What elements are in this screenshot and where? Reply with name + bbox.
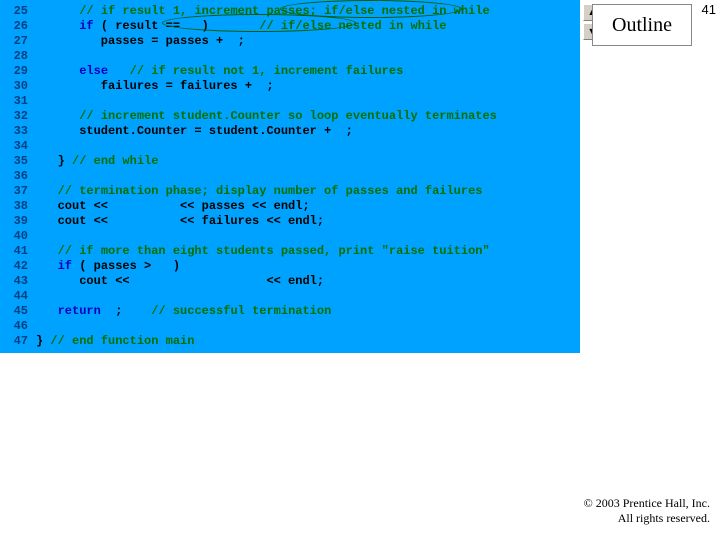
line-number: 28 bbox=[0, 49, 36, 64]
code-line: 28 bbox=[0, 49, 580, 64]
code-content: failures = failures + ; bbox=[36, 79, 580, 94]
line-number: 25 bbox=[0, 4, 36, 19]
line-number: 38 bbox=[0, 199, 36, 214]
outline-label: Outline bbox=[612, 14, 672, 37]
line-number: 37 bbox=[0, 184, 36, 199]
code-line: 25 // if result 1, increment passes; if/… bbox=[0, 4, 580, 19]
code-content bbox=[36, 319, 580, 334]
code-content bbox=[36, 229, 580, 244]
code-content: cout << << failures << endl; bbox=[36, 214, 580, 229]
code-content bbox=[36, 49, 580, 64]
footer-line-1: © 2003 Prentice Hall, Inc. bbox=[584, 496, 710, 511]
code-line: 40 bbox=[0, 229, 580, 244]
line-number: 27 bbox=[0, 34, 36, 49]
code-content: } // end while bbox=[36, 154, 580, 169]
code-line: 35 } // end while bbox=[0, 154, 580, 169]
line-number: 34 bbox=[0, 139, 36, 154]
line-number: 45 bbox=[0, 304, 36, 319]
line-number: 31 bbox=[0, 94, 36, 109]
line-number: 32 bbox=[0, 109, 36, 124]
line-number: 44 bbox=[0, 289, 36, 304]
code-content: return ; // successful termination bbox=[36, 304, 580, 319]
code-line: 44 bbox=[0, 289, 580, 304]
code-content: // if result 1, increment passes; if/els… bbox=[36, 4, 580, 19]
line-number: 26 bbox=[0, 19, 36, 34]
line-number: 39 bbox=[0, 214, 36, 229]
line-number: 33 bbox=[0, 124, 36, 139]
code-line: 46 bbox=[0, 319, 580, 334]
code-content: if ( passes > ) bbox=[36, 259, 580, 274]
line-number: 40 bbox=[0, 229, 36, 244]
outline-panel: Outline bbox=[592, 4, 692, 46]
line-number: 47 bbox=[0, 334, 36, 349]
line-number: 35 bbox=[0, 154, 36, 169]
code-line: 34 bbox=[0, 139, 580, 154]
footer-line-2: All rights reserved. bbox=[584, 511, 710, 526]
code-block: 25 // if result 1, increment passes; if/… bbox=[0, 0, 580, 353]
line-number: 36 bbox=[0, 169, 36, 184]
code-content: cout << << endl; bbox=[36, 274, 580, 289]
line-number: 30 bbox=[0, 79, 36, 94]
line-number: 43 bbox=[0, 274, 36, 289]
code-line: 26 if ( result == ) // if/else nested in… bbox=[0, 19, 580, 34]
code-content bbox=[36, 94, 580, 109]
code-content: cout << << passes << endl; bbox=[36, 199, 580, 214]
code-line: 33 student.Counter = student.Counter + ; bbox=[0, 124, 580, 139]
code-line: 37 // termination phase; display number … bbox=[0, 184, 580, 199]
code-content: // if more than eight students passed, p… bbox=[36, 244, 580, 259]
code-content: passes = passes + ; bbox=[36, 34, 580, 49]
line-number: 29 bbox=[0, 64, 36, 79]
code-line: 45 return ; // successful termination bbox=[0, 304, 580, 319]
code-line: 41 // if more than eight students passed… bbox=[0, 244, 580, 259]
code-content bbox=[36, 139, 580, 154]
copyright-footer: © 2003 Prentice Hall, Inc. All rights re… bbox=[584, 496, 710, 526]
code-line: 36 bbox=[0, 169, 580, 184]
line-number: 42 bbox=[0, 259, 36, 274]
code-line: 39 cout << << failures << endl; bbox=[0, 214, 580, 229]
code-content bbox=[36, 289, 580, 304]
code-line: 31 bbox=[0, 94, 580, 109]
code-line: 27 passes = passes + ; bbox=[0, 34, 580, 49]
code-line: 42 if ( passes > ) bbox=[0, 259, 580, 274]
code-content: } // end function main bbox=[36, 334, 580, 349]
code-line: 47} // end function main bbox=[0, 334, 580, 349]
code-line: 43 cout << << endl; bbox=[0, 274, 580, 289]
code-line: 38 cout << << passes << endl; bbox=[0, 199, 580, 214]
code-content: // termination phase; display number of … bbox=[36, 184, 580, 199]
code-content bbox=[36, 169, 580, 184]
line-number: 41 bbox=[0, 244, 36, 259]
line-number: 46 bbox=[0, 319, 36, 334]
code-line: 32 // increment student.Counter so loop … bbox=[0, 109, 580, 124]
code-line: 29 else // if result not 1, increment fa… bbox=[0, 64, 580, 79]
code-line: 30 failures = failures + ; bbox=[0, 79, 580, 94]
code-content: // increment student.Counter so loop eve… bbox=[36, 109, 580, 124]
code-content: if ( result == ) // if/else nested in wh… bbox=[36, 19, 580, 34]
code-content: student.Counter = student.Counter + ; bbox=[36, 124, 580, 139]
slide-number: 41 bbox=[702, 2, 716, 17]
code-content: else // if result not 1, increment failu… bbox=[36, 64, 580, 79]
